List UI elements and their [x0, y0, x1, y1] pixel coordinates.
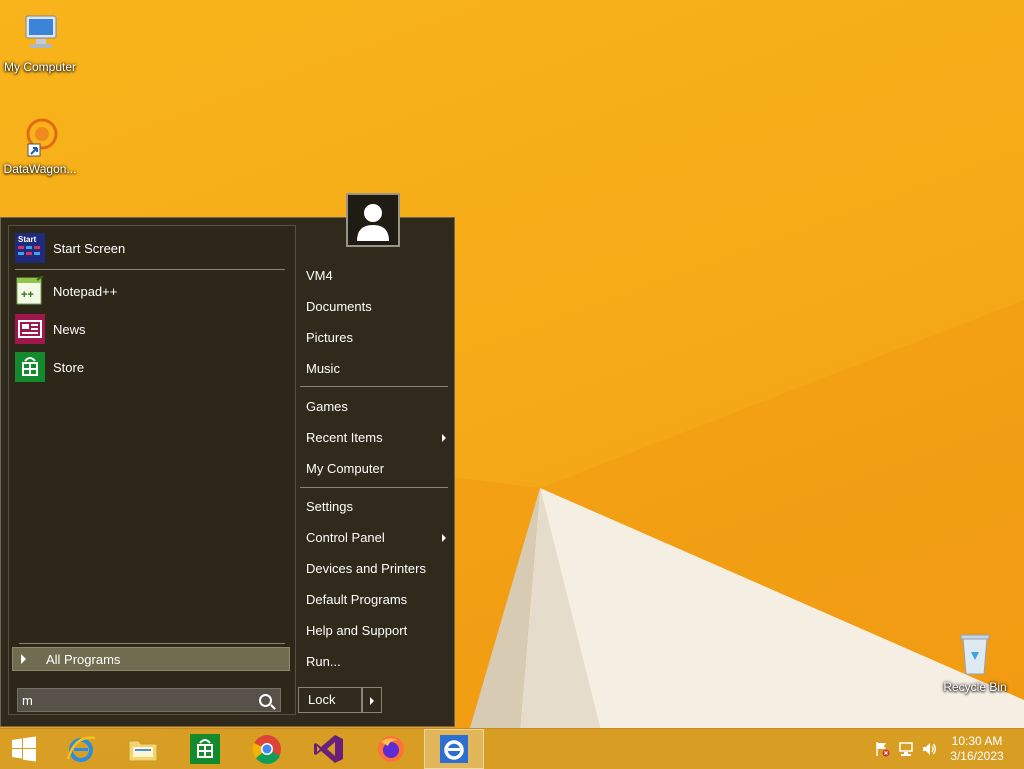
start-item-label: Store: [53, 359, 85, 375]
menu-help-support[interactable]: Help and Support: [306, 620, 446, 642]
search-input[interactable]: [18, 691, 254, 709]
lock-button[interactable]: Lock: [298, 687, 362, 713]
store-icon: [190, 734, 220, 764]
menu-recent-items[interactable]: Recent Items: [306, 427, 446, 449]
taskbar-internet-explorer-active[interactable]: [424, 729, 484, 769]
menu-label: Recent Items: [306, 430, 383, 445]
menu-run[interactable]: Run...: [306, 651, 446, 673]
desktop-icon-my-computer[interactable]: My Computer: [0, 10, 80, 74]
start-menu-programs-pane: Start Start Screen ++ Notepad++ News Sto…: [8, 225, 296, 715]
taskbar-visual-studio[interactable]: [299, 729, 359, 769]
menu-control-panel[interactable]: Control Panel: [306, 527, 446, 549]
computer-icon: [16, 10, 64, 58]
start-item-store[interactable]: Store: [9, 350, 289, 384]
desktop-icon-datawagon[interactable]: DataWagon...: [0, 112, 80, 176]
menu-label: Control Panel: [306, 530, 385, 545]
start-screen-icon: Start: [15, 233, 45, 263]
menu-settings[interactable]: Settings: [306, 496, 446, 518]
all-programs-label: All Programs: [46, 651, 121, 667]
start-button[interactable]: [0, 729, 48, 769]
all-programs-button[interactable]: All Programs: [12, 647, 290, 671]
menu-user-folder[interactable]: VM4: [306, 265, 446, 287]
taskbar-internet-explorer[interactable]: [51, 729, 111, 769]
desktop-icon-recycle-bin[interactable]: Recycle Bin: [935, 630, 1015, 694]
store-icon: [15, 352, 45, 382]
start-item-label: Start Screen: [53, 240, 126, 256]
chrome-icon: [252, 735, 281, 764]
start-item-news[interactable]: News: [9, 312, 289, 346]
internet-explorer-icon: [440, 735, 468, 763]
menu-games[interactable]: Games: [306, 396, 446, 418]
divider: [19, 643, 285, 644]
shutdown-options-button[interactable]: [362, 687, 382, 713]
search-icon[interactable]: [259, 694, 272, 707]
submenu-arrow-icon: [442, 434, 446, 442]
start-item-label: News: [53, 321, 86, 337]
triangle-right-icon: [21, 654, 26, 664]
start-item-notepadpp[interactable]: ++ Notepad++: [9, 274, 289, 308]
notepadpp-icon: ++: [15, 275, 45, 306]
desktop-icon-label: Recycle Bin: [943, 680, 1007, 694]
submenu-arrow-icon: [442, 534, 446, 542]
menu-pictures[interactable]: Pictures: [306, 327, 446, 349]
internet-explorer-icon: [66, 736, 96, 762]
system-clock[interactable]: 10:30 AM 3/16/2023: [948, 734, 1006, 764]
divider: [300, 386, 448, 387]
svg-text:Start: Start: [18, 235, 37, 244]
taskbar-chrome[interactable]: [237, 729, 297, 769]
firefox-icon: [378, 736, 404, 762]
clock-time: 10:30 AM: [951, 734, 1003, 748]
desktop-icon-label: DataWagon...: [3, 162, 77, 176]
divider: [15, 269, 285, 270]
network-icon[interactable]: [898, 741, 914, 757]
menu-my-computer[interactable]: My Computer: [306, 458, 446, 480]
user-avatar[interactable]: [346, 193, 400, 247]
datawagon-icon: [16, 112, 64, 160]
taskbar-file-explorer[interactable]: [113, 729, 173, 769]
svg-text:++: ++: [21, 289, 34, 301]
start-item-label: Notepad++: [53, 283, 118, 299]
desktop-icon-label: My Computer: [3, 60, 77, 74]
divider: [300, 487, 448, 488]
menu-documents[interactable]: Documents: [306, 296, 446, 318]
volume-icon[interactable]: [921, 741, 937, 757]
folder-icon: [128, 740, 158, 762]
recycle-bin-icon: [951, 630, 999, 678]
taskbar-firefox[interactable]: [361, 729, 421, 769]
visual-studio-icon: [314, 735, 343, 763]
menu-default-programs[interactable]: Default Programs: [306, 589, 446, 611]
menu-devices-printers[interactable]: Devices and Printers: [306, 558, 446, 580]
action-center-flag-icon[interactable]: [874, 741, 890, 757]
start-item-start-screen[interactable]: Start Start Screen: [9, 231, 289, 265]
search-box[interactable]: [17, 688, 281, 712]
clock-date: 3/16/2023: [950, 749, 1004, 763]
taskbar-store[interactable]: [175, 729, 235, 769]
taskbar: 10:30 AM 3/16/2023: [0, 728, 1024, 769]
menu-music[interactable]: Music: [306, 358, 446, 380]
news-icon: [15, 314, 45, 344]
windows-logo-icon: [12, 736, 36, 762]
